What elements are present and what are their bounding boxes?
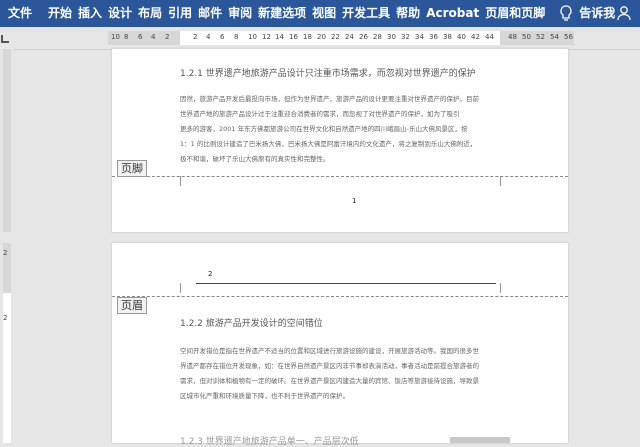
ruler-tick: 54 (550, 33, 559, 41)
ruler-tick: 12 (262, 33, 271, 41)
ribbon-tab[interactable]: 设计 (108, 0, 132, 27)
page-2[interactable] (112, 243, 568, 443)
ribbon-tab[interactable]: 新建选项 (258, 0, 306, 27)
ribbon-tab[interactable]: Acrobat (426, 0, 479, 27)
paragraph-line: 界遗产都存在错位开发现象，如：在世界自然遗产景区内非节事却表演活动，事者活动是前… (180, 362, 479, 370)
crop-mark (500, 283, 501, 293)
ruler-tick: 8 (124, 33, 129, 41)
horizontal-ruler-bar: 10 8 6 4 2 2 4 6 8 10 12 14 16 18 20 22 24 26 28 30 32 34 36 38… (0, 27, 640, 50)
paragraph-line: 区城市化严重和环境质量下降，也不利于世界遗产的保护。 (180, 392, 349, 400)
ribbon-tab[interactable]: 引用 (168, 0, 192, 27)
ruler-tick: 42 (471, 33, 480, 41)
ruler-tick: 44 (485, 33, 494, 41)
ruler-tick: 28 (373, 33, 382, 41)
paragraph-line: 需求，但对训体和植物有一定的破环。在世界遗产景区内建造大量的宾馆、饭店等旅游接待… (180, 377, 479, 385)
header-underline (196, 283, 496, 284)
ribbon-tab[interactable]: 审阅 (228, 0, 252, 27)
user-icon[interactable] (616, 5, 632, 21)
ruler-tick: 52 (536, 33, 545, 41)
ruler-tick: 30 (387, 33, 396, 41)
ribbon-tab[interactable]: 布局 (138, 0, 162, 27)
paragraph-line: 1：1 的比例设计建造了巴米扬大佛，巴米扬大佛是阿富汗境内的文化遗产，将之复制到… (180, 140, 477, 148)
ruler-tick: 18 (303, 33, 312, 41)
paragraph-line: 空间开发错位是指在世界遗产不适当的位置和区域进行旅游设施的建设，开展旅游活动等。… (180, 347, 479, 355)
ruler-corner-icon[interactable] (1, 35, 9, 43)
ruler-tick: 6 (220, 33, 225, 41)
ruler-tick: 20 (317, 33, 326, 41)
ruler-tick: 10 (248, 33, 257, 41)
horizontal-scrollbar-thumb[interactable] (450, 437, 510, 443)
lightbulb-icon[interactable] (559, 4, 573, 23)
ruler-tick: 14 (275, 33, 284, 41)
ruler-tick: 24 (345, 33, 354, 41)
ruler-tick: 50 (522, 33, 531, 41)
ribbon-tab[interactable]: 帮助 (396, 0, 420, 27)
page1-heading: 1.2.1 世界遗产地旅游产品设计只注重市场需求，而忽视对世界遗产的保护 (180, 69, 476, 79)
ribbon-tab[interactable]: 开始 (48, 0, 72, 27)
ribbon-tab[interactable]: 邮件 (198, 0, 222, 27)
page1-paragraph: 因然，旅游产品开发后最投向市场，但作为世界遗产，旅游产品的设计更要注重对世界遗产… (180, 92, 500, 167)
ruler-tick: 22 (331, 33, 340, 41)
ruler-tick: 38 (443, 33, 452, 41)
ruler-tick: 26 (359, 33, 368, 41)
footer-label: 页脚 (117, 160, 147, 177)
crop-mark (500, 176, 501, 186)
ruler-tick: 6 (138, 33, 143, 41)
crop-mark (180, 283, 181, 293)
vruler-tick: 2 (3, 249, 8, 257)
ruler-tick: 40 (457, 33, 466, 41)
page2-heading: 1.2.2 旅游产品开发设计的空间错位 (180, 319, 323, 329)
ruler-tick: 2 (193, 33, 198, 41)
ribbon-tab[interactable]: 开发工具 (342, 0, 390, 27)
ruler-tick: 4 (206, 33, 211, 41)
paragraph-line: 世界遗产地的旅游产品设计过于注重迎合消费者的需求，而忽视了对世界遗产的保护，如为… (180, 110, 460, 118)
ruler-tick: 16 (289, 33, 298, 41)
ruler-tick: 10 (111, 33, 120, 41)
page2-paragraph: 空间开发错位是指在世界遗产不适当的位置和区域进行旅游设施的建设，开展旅游活动等。… (180, 344, 500, 404)
ruler-tick: 34 (415, 33, 424, 41)
ribbon-tab[interactable]: 页眉和页脚 (485, 0, 545, 27)
ruler-tick: 48 (508, 33, 517, 41)
tell-me-search[interactable]: 告诉我 (579, 0, 615, 27)
vertical-ruler[interactable]: 2 2 (0, 49, 14, 443)
paragraph-line: 更多的游客，2001 年东方佛都旅游公司在世界文化和自然遗产地的四川峨眉山-乐山… (180, 125, 468, 133)
paragraph-line: 极不和谐，破坏了乐山大佛原有的真实性和完整性。 (180, 155, 330, 163)
header-label: 页眉 (117, 297, 147, 314)
ruler-tick: 2 (165, 33, 170, 41)
ruler-tick: 32 (401, 33, 410, 41)
horizontal-ruler[interactable]: 10 8 6 4 2 2 4 6 8 10 12 14 16 18 20 22 24 26 28 30 32 34 36 38… (108, 31, 574, 45)
ribbon-tab[interactable]: 文件 (0, 0, 32, 27)
header-boundary (112, 296, 568, 297)
ruler-tick: 8 (234, 33, 239, 41)
ribbon-tab[interactable]: 视图 (312, 0, 336, 27)
ruler-tick: 36 (429, 33, 438, 41)
page2-next-heading: 1.2.3 世界遗产地旅游产品单一、产品层次低 (180, 437, 359, 447)
page-number: 1 (352, 197, 357, 205)
paragraph-line: 因然，旅游产品开发后最投向市场，但作为世界遗产，旅游产品的设计更要注重对世界遗产… (180, 95, 479, 103)
ribbon-tab[interactable]: 插入 (78, 0, 102, 27)
ruler-tick: 4 (151, 33, 156, 41)
ruler-tick: 56 (564, 33, 573, 41)
crop-mark (180, 176, 181, 186)
ribbon: 文件 开始 插入 设计 布局 引用 邮件 审阅 新建选项 视图 开发工具 帮助 Acrobat 页眉和页脚… (0, 0, 640, 27)
vruler-tick: 2 (3, 314, 8, 322)
header-page-number: 2 (208, 270, 213, 278)
